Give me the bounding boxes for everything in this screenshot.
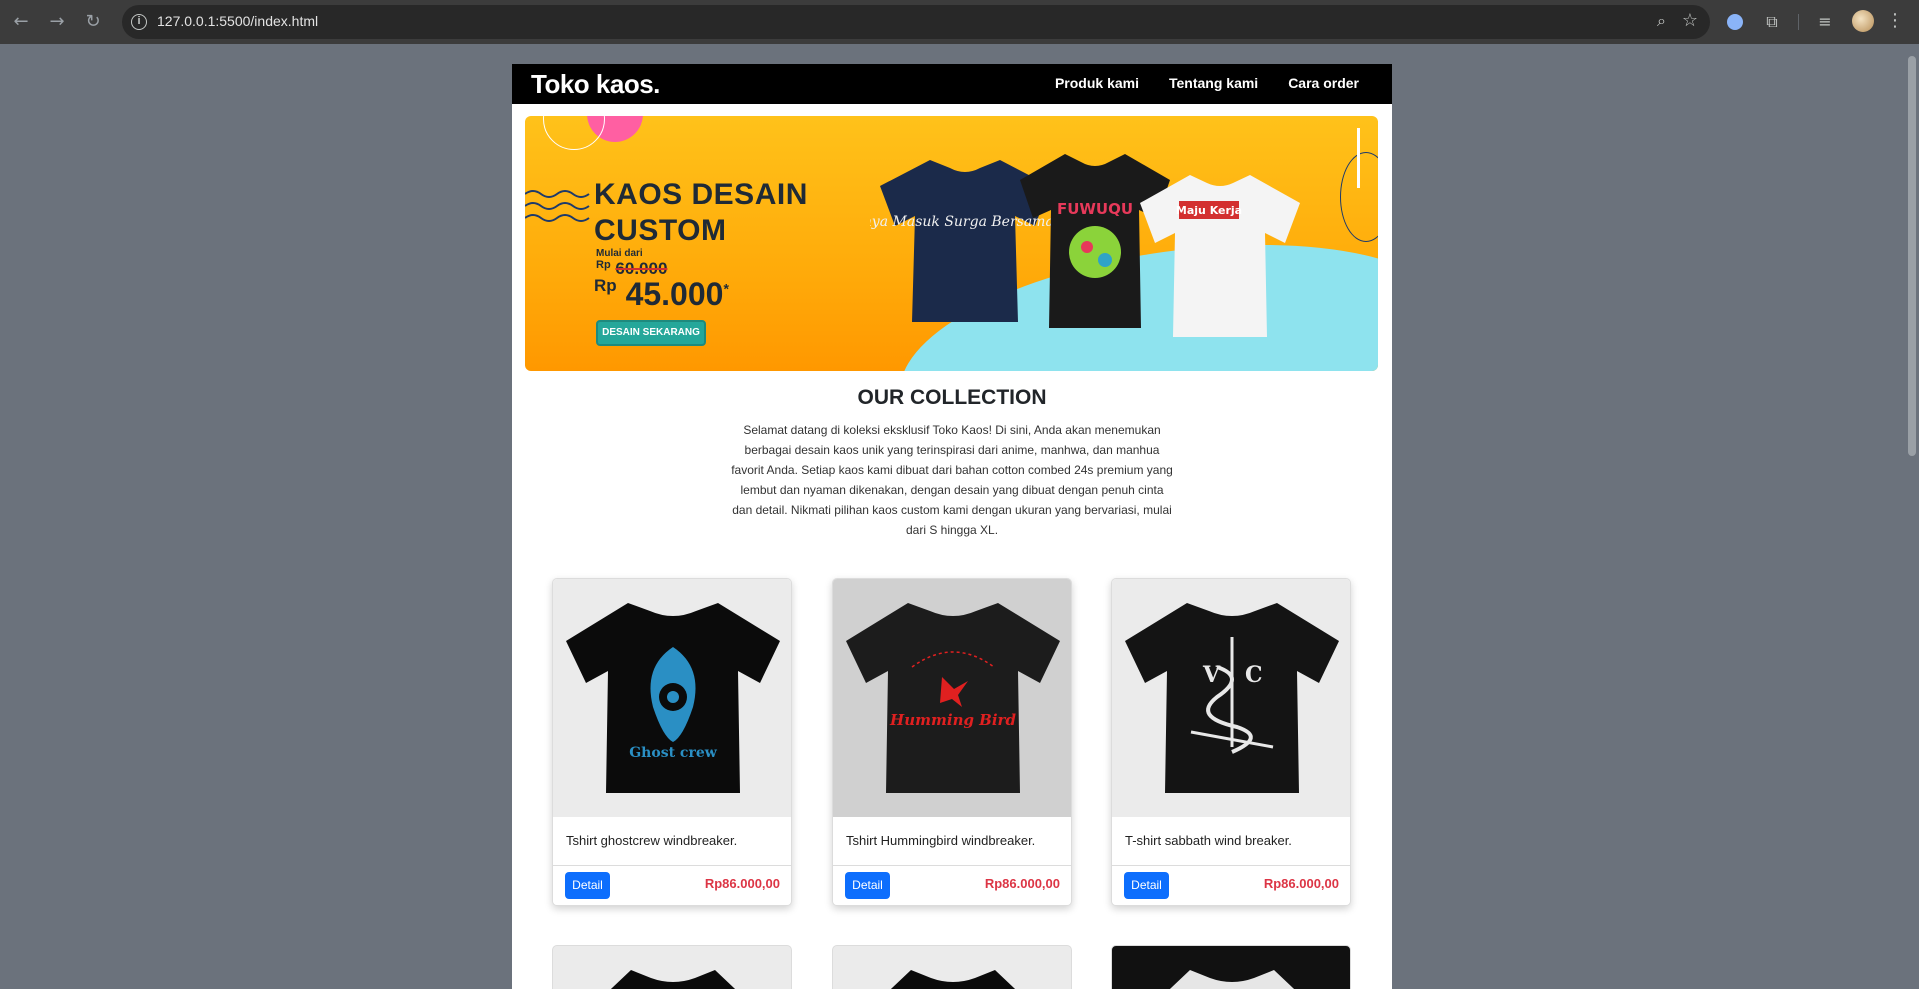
banner-squiggle-lines <box>525 190 590 222</box>
new-price-value: 45.000 <box>625 276 724 312</box>
banner-white-bar <box>1357 128 1360 188</box>
white-shirt-text: Maju Kerja <box>1176 204 1242 217</box>
product-image[interactable]: Humming Bird <box>833 579 1071 817</box>
product-name[interactable]: T-shirt sabbath wind breaker. <box>1125 833 1292 848</box>
forward-icon[interactable]: → <box>44 9 70 35</box>
url-text[interactable]: 127.0.0.1:5500/index.html <box>157 13 318 29</box>
banner-title: KAOS DESAIN CUSTOM <box>594 177 808 249</box>
product-price: Rp86.000,00 <box>1263 876 1339 891</box>
page-scrollbar[interactable] <box>1904 44 1919 989</box>
banner-white-ring <box>543 116 605 150</box>
zoom-icon[interactable]: ⌕ <box>1657 11 1666 31</box>
bookmark-star-icon[interactable]: ☆ <box>1682 10 1698 31</box>
banner-new-price: Rp 45.000* <box>594 276 729 313</box>
collection-description: Selamat datang di koleksi eksklusif Toko… <box>731 423 1173 537</box>
site-info-icon[interactable]: i <box>131 14 147 30</box>
nav-tentang-kami[interactable]: Tentang kami <box>1169 75 1258 91</box>
profile-avatar[interactable] <box>1852 10 1874 32</box>
product-footer: Detail Rp86.000,00 <box>1112 865 1350 905</box>
new-price-currency: Rp <box>594 276 617 295</box>
old-price-currency: Rp <box>596 259 611 271</box>
product-image-partial <box>610 970 736 989</box>
banner-title-line2: CUSTOM <box>594 214 727 247</box>
detail-button[interactable]: Detail <box>845 872 890 899</box>
product-image[interactable]: V C <box>1112 579 1350 817</box>
detail-button[interactable]: Detail <box>1124 872 1169 899</box>
product-card[interactable]: V C T-shirt sabbath wind breaker. Detail… <box>1111 578 1351 906</box>
site-navbar: Toko kaos. Produk kami Tentang kami Cara… <box>512 64 1392 104</box>
site-brand[interactable]: Toko kaos. <box>531 69 660 100</box>
detail-button[interactable]: Detail <box>565 872 610 899</box>
extension-icon[interactable] <box>1724 11 1746 33</box>
hero-banner[interactable]: KAOS DESAIN CUSTOM Mulai dari Rp 60.000 … <box>525 116 1378 371</box>
nav-links: Produk kami Tentang kami Cara order <box>1055 75 1359 91</box>
reload-icon[interactable]: ↻ <box>80 9 106 35</box>
desain-sekarang-button[interactable]: DESAIN SEKARANG <box>596 320 706 346</box>
browser-toolbar: ← → ↻ i 127.0.0.1:5500/index.html ⌕ ☆ ⧉ … <box>0 0 1919 44</box>
product-price: Rp86.000,00 <box>704 876 780 891</box>
product-price: Rp86.000,00 <box>984 876 1060 891</box>
media-controls-icon[interactable]: ≡ <box>1814 11 1836 33</box>
product-name[interactable]: Tshirt Hummingbird windbreaker. <box>846 833 1035 848</box>
product-card[interactable]: Ghost crew Tshirt ghostcrew windbreaker.… <box>552 578 792 906</box>
product-footer: Detail Rp86.000,00 <box>833 865 1071 905</box>
sabbath-letter-c: C <box>1245 662 1263 688</box>
tshirt-ghostcrew-image: Ghost crew <box>566 603 780 793</box>
nav-produk-kami[interactable]: Produk kami <box>1055 75 1139 91</box>
product-card-partial[interactable] <box>832 945 1072 989</box>
product-card-partial[interactable] <box>552 945 792 989</box>
sabbath-letter-v: V <box>1202 662 1221 688</box>
page-container: Toko kaos. Produk kami Tentang kami Cara… <box>512 64 1392 989</box>
tshirt-sabbath-image: V C <box>1125 603 1339 793</box>
product-card[interactable]: Humming Bird Tshirt Hummingbird windbrea… <box>832 578 1072 906</box>
collection-title: OUR COLLECTION <box>857 386 1047 409</box>
toolbar-divider <box>1798 14 1799 30</box>
kebab-menu-icon[interactable]: ⋮ <box>1885 10 1905 34</box>
address-bar[interactable]: i 127.0.0.1:5500/index.html ⌕ ☆ <box>122 5 1710 39</box>
scrollbar-thumb[interactable] <box>1908 56 1916 456</box>
new-price-asterisk: * <box>723 280 729 297</box>
back-icon[interactable]: ← <box>8 9 34 35</box>
product-footer: Detail Rp86.000,00 <box>553 865 791 905</box>
hummingbird-print-text: Humming Bird <box>889 711 1016 729</box>
black-shirt-text: FUWUQU <box>1057 200 1133 218</box>
product-image-partial <box>1169 970 1295 989</box>
puzzle-extensions-icon[interactable]: ⧉ <box>1761 11 1783 33</box>
nav-cara-order[interactable]: Cara order <box>1288 75 1359 91</box>
banner-mulai-label: Mulai dari <box>596 248 643 259</box>
product-name[interactable]: Tshirt ghostcrew windbreaker. <box>566 833 737 848</box>
banner-title-line1: KAOS DESAIN <box>594 178 808 211</box>
product-image-partial <box>890 970 1016 989</box>
product-image[interactable]: Ghost crew <box>553 579 791 817</box>
banner-white-shirt: Maju Kerja <box>1140 175 1300 337</box>
tshirt-hummingbird-image: Humming Bird <box>846 603 1060 793</box>
ghostcrew-print-text: Ghost crew <box>629 745 718 761</box>
product-card-partial[interactable] <box>1111 945 1351 989</box>
